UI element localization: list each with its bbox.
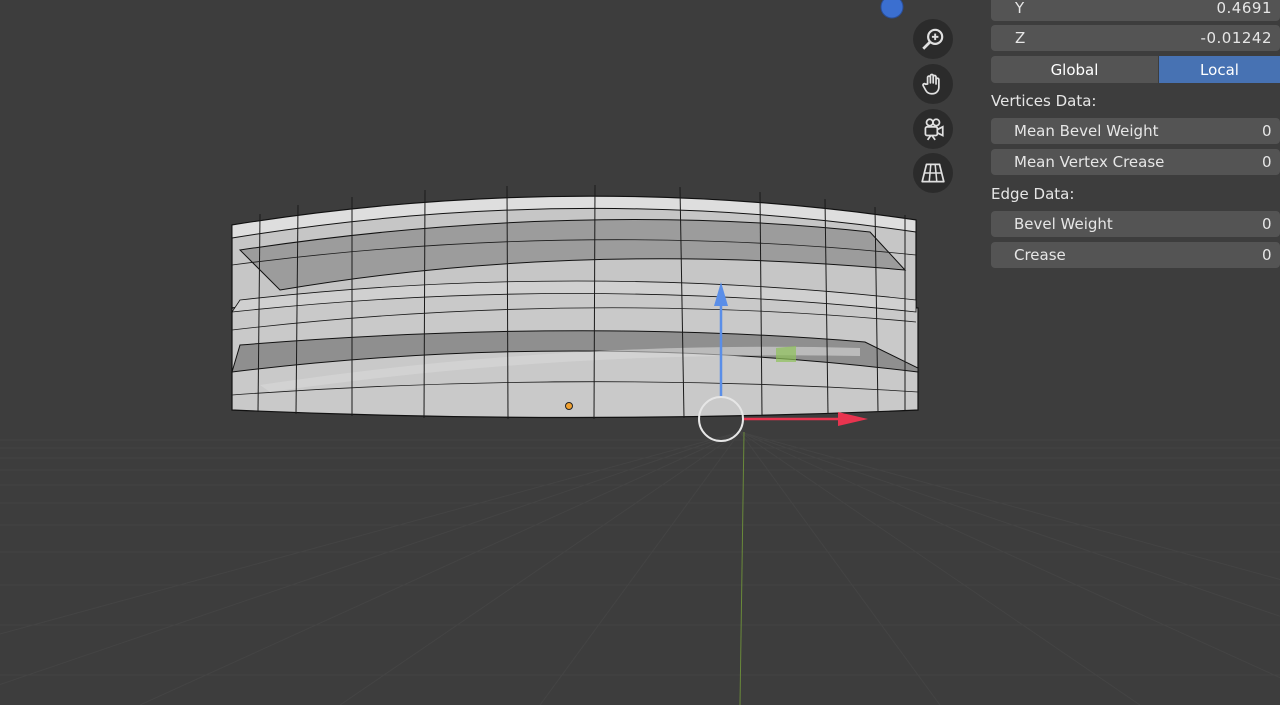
z-field-label: Z [1015,29,1026,47]
camera-view-button[interactable] [913,109,953,149]
crease-field[interactable]: Crease 0 [991,242,1280,268]
bevel-weight-value: 0 [1261,215,1272,233]
gizmo-x-arrow[interactable] [838,412,868,426]
origin-point [565,402,573,410]
bevel-weight-label: Bevel Weight [1014,215,1113,233]
zoom-button[interactable] [913,19,953,59]
mean-vertex-crease-value: 0 [1261,153,1272,171]
y-field-value: 0.4691 [1216,0,1272,17]
floor-grid [0,431,1280,705]
pan-button[interactable] [913,64,953,104]
y-field-label: Y [1015,0,1025,17]
bevel-weight-field[interactable]: Bevel Weight 0 [991,211,1280,237]
vertices-data-label: Vertices Data: [991,92,1097,110]
mean-bevel-weight-value: 0 [1261,122,1272,140]
mean-vertex-crease-field[interactable]: Mean Vertex Crease 0 [991,149,1280,175]
selected-vertex-highlight [776,346,796,362]
y-axis-line [739,431,745,705]
mean-vertex-crease-label: Mean Vertex Crease [1014,153,1165,171]
z-field-value: -0.01242 [1200,29,1272,47]
y-field[interactable]: Y 0.4691 [991,0,1280,21]
item-properties-panel: Y 0.4691 Z -0.01242 Global Local Vertice… [991,0,1280,272]
crease-label: Crease [1014,246,1066,264]
camera-view-icon [924,118,944,141]
crease-value: 0 [1261,246,1272,264]
orientation-gizmo-dot[interactable] [880,0,904,19]
z-field[interactable]: Z -0.01242 [991,25,1280,51]
mean-bevel-weight-field[interactable]: Mean Bevel Weight 0 [991,118,1280,144]
edge-data-label: Edge Data: [991,185,1075,203]
perspective-grid-icon [921,163,945,183]
local-toggle-button[interactable]: Local [1159,56,1280,83]
global-toggle-button[interactable]: Global [991,56,1158,83]
mesh-object[interactable] [231,184,919,420]
mean-bevel-weight-label: Mean Bevel Weight [1014,122,1159,140]
zoom-icon [922,28,944,50]
perspective-toggle-button[interactable] [913,153,953,193]
hand-pan-icon [922,73,940,95]
